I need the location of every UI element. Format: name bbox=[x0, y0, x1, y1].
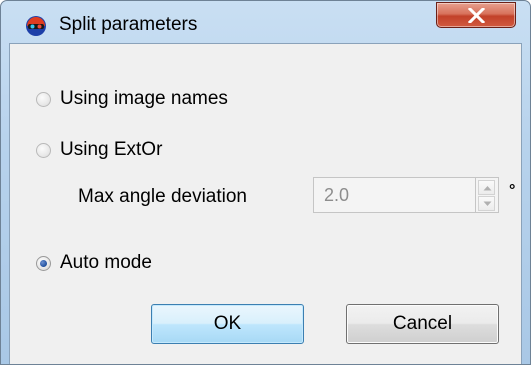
close-icon bbox=[468, 8, 485, 23]
title-bar[interactable]: Split parameters bbox=[1, 1, 530, 43]
degree-unit: ° bbox=[509, 182, 516, 199]
radio-button[interactable] bbox=[36, 91, 51, 107]
angle-spinner bbox=[476, 177, 499, 213]
spin-down-button[interactable] bbox=[478, 196, 495, 211]
close-button[interactable] bbox=[436, 2, 516, 28]
split-parameters-dialog: Split parameters Using image names Using… bbox=[0, 0, 531, 365]
chevron-up-icon bbox=[483, 186, 492, 191]
radio-label: Using ExtOr bbox=[60, 139, 163, 160]
dialog-body: Using image names Using ExtOr Max angle … bbox=[9, 43, 522, 364]
radio-label: Auto mode bbox=[60, 252, 152, 273]
radio-auto-mode[interactable]: Auto mode bbox=[36, 250, 152, 276]
radio-label: Using image names bbox=[60, 88, 228, 109]
cancel-button[interactable]: Cancel bbox=[346, 304, 499, 344]
max-angle-deviation-label: Max angle deviation bbox=[78, 186, 247, 207]
spin-up-button[interactable] bbox=[478, 180, 495, 195]
3d-glasses-icon bbox=[25, 15, 47, 37]
radio-button-selected[interactable] bbox=[36, 255, 51, 271]
radio-dot bbox=[40, 259, 47, 267]
radio-button[interactable] bbox=[36, 142, 51, 158]
dialog-title: Split parameters bbox=[59, 14, 198, 35]
ok-button[interactable]: OK bbox=[151, 304, 304, 344]
max-angle-deviation-input[interactable] bbox=[313, 177, 476, 213]
chevron-down-icon bbox=[483, 201, 492, 206]
radio-using-extor[interactable]: Using ExtOr bbox=[36, 137, 162, 163]
radio-using-image-names[interactable]: Using image names bbox=[36, 86, 228, 112]
